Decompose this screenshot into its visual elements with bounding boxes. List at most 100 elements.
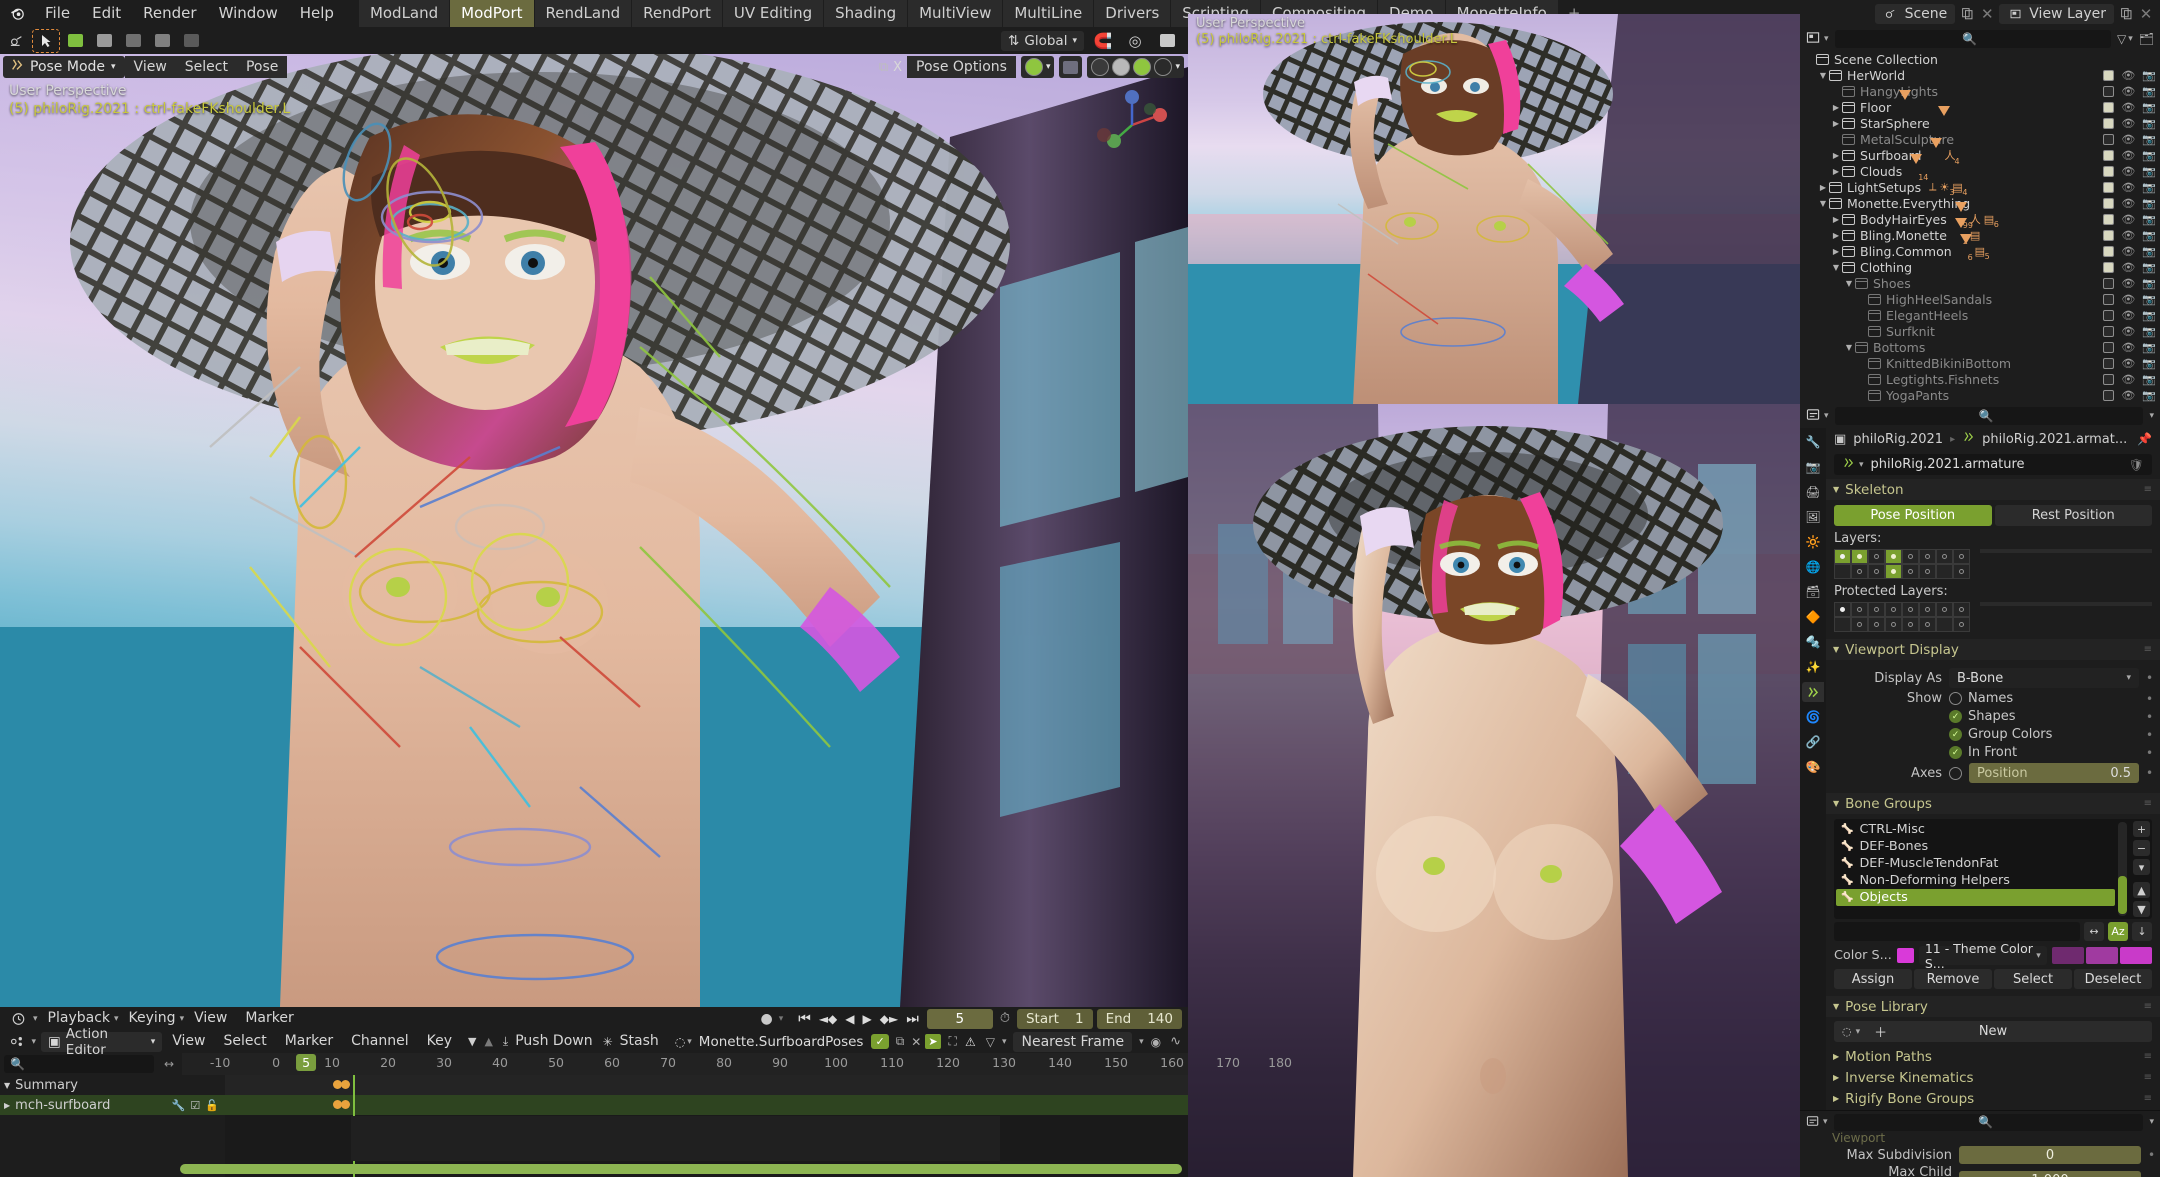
proportional-edit-icon[interactable]: ◎ [1122,30,1148,52]
armature-datablock-field[interactable]: ▾ philoRig.2021.armature 🛡 [1834,454,2152,475]
horizontal-scrollbar[interactable] [180,1164,1182,1174]
duplicate-view-layer-icon[interactable] [2118,7,2134,21]
disable-in-renders-icon[interactable]: 📷 [2142,101,2156,114]
tab-collection-icon[interactable]: 🗃 [1802,582,1824,602]
exclude-checkbox[interactable] [2103,341,2115,353]
menu-window[interactable]: Window [208,0,289,27]
viewport-overlay-toggle[interactable] [1059,56,1083,78]
exclude-checkbox[interactable] [2103,85,2115,97]
exclude-checkbox[interactable] [2103,133,2115,145]
color-set-dropdown[interactable]: 11 - Theme Color S... ▾ [1918,941,2047,971]
hide-in-viewport-icon[interactable]: 👁 [2121,261,2135,274]
outliner-row[interactable]: ▶ BodyHairEyes 99 人 ▤ 6 👁 📷 [1800,201,2160,230]
viewport-menu-view[interactable]: View [124,56,176,78]
channel-search-input[interactable]: 🔍 [4,1055,154,1073]
unlink-action-icon[interactable]: ✕ [911,1035,921,1049]
auto-merge-icon[interactable]: ⚠ [965,1035,976,1049]
armature-layer-toggle[interactable] [1834,564,1851,579]
fake-user-shield-icon[interactable]: 🛡 [2129,458,2144,472]
push-down-icon[interactable]: ⤓ [503,1034,508,1049]
bone-group-specials-button[interactable]: ▾ [2133,859,2150,875]
modifier-icon[interactable]: 🔧 [172,1099,186,1112]
armature-layer-toggle[interactable] [1834,549,1851,564]
dopesheet-menu-select[interactable]: Select [216,1030,275,1053]
armature-layer-toggle[interactable] [1851,549,1868,564]
show-names-checkbox[interactable] [1949,692,1962,705]
armature-layer-toggle[interactable] [1902,602,1919,617]
dopesheet-mode-selector[interactable]: ▣ Action Editor ▾ [41,1026,163,1058]
armature-layer-toggle[interactable] [1851,617,1868,632]
armature-layer-toggle[interactable] [1953,564,1970,579]
expand-triangle-icon[interactable]: ▶ [1830,231,1842,240]
duplicate-scene-icon[interactable] [1959,7,1975,21]
armature-layer-toggle[interactable] [1902,549,1919,564]
armature-layer-toggle[interactable] [1868,549,1885,564]
hide-in-viewport-icon[interactable]: 👁 [2121,133,2135,146]
animate-property-dot[interactable]: • [2146,746,2153,760]
playhead-frame-indicator[interactable]: 5 [296,1054,317,1071]
properties-content[interactable]: ▣ philoRig.2021 ▸ philoRig.2021.armat...… [1826,428,2160,1177]
add-bone-group-button[interactable]: + [2133,821,2150,837]
armature-layer-toggle[interactable] [1953,549,1970,564]
menu-file[interactable]: File [34,0,81,27]
exclude-checkbox[interactable] [2103,245,2115,257]
outliner-row[interactable]: ▶ Bling.Monette 2 ▤ 👁 📷 [1800,217,2160,246]
max-subdivision-field[interactable]: 0 [1959,1146,2141,1164]
filter-dropdown-icon[interactable]: ▼ [468,1035,476,1048]
invert-filter-icon[interactable]: ↔ [2084,922,2104,941]
timeline-menu-marker[interactable]: Marker [237,1007,301,1030]
armature-layer-toggle[interactable] [1834,602,1851,617]
outliner-tree[interactable]: Scene Collection ▼ HerWorld 👁 📷 HangyLights 👁 📷… [1800,51,2160,404]
exclude-checkbox[interactable] [2103,389,2115,401]
snap-magnet-icon[interactable]: 🧲 [1090,30,1116,52]
disable-in-renders-icon[interactable]: 📷 [2142,293,2156,306]
disable-in-renders-icon[interactable]: 📷 [2142,85,2156,98]
max-child-particles-field[interactable]: 1.000 [1959,1171,2141,1177]
hide-in-viewport-icon[interactable]: 👁 [2121,357,2135,370]
move-up-button[interactable]: ▲ [2133,882,2150,898]
animate-property-dot[interactable]: • [2146,728,2153,742]
exclude-checkbox[interactable] [2103,309,2115,321]
panel-header-pose-library[interactable]: ▼ Pose Library ≡ [1826,996,2160,1017]
exclude-checkbox[interactable] [2103,229,2115,241]
outliner-row[interactable]: ▶ LightSetups ⟂ ☀ 3 ▤ 4 👁 📷 [1800,179,2160,197]
outliner-row[interactable]: ▶ Floor 👁 📷 [1800,89,2160,115]
show-group-colors-checkbox[interactable]: ✓ [1949,728,1962,741]
channel-row-mch-surfboard[interactable]: ▶ mch-surfboard 🔧 ☑ 🔓 [0,1095,225,1115]
display-as-dropdown[interactable]: B-Bone ▾ [1949,668,2139,688]
armature-layer-toggle[interactable] [1919,549,1936,564]
armature-layer-toggle[interactable] [1936,602,1953,617]
panel-header-motion-paths[interactable]: ▶ Motion Paths ≡ [1826,1046,2160,1067]
hide-in-viewport-icon[interactable]: 👁 [2121,293,2135,306]
viewport-top-right[interactable]: User Perspective (5) philoRig.2021 : ctr… [1188,14,1800,404]
hide-in-viewport-icon[interactable]: 👁 [2121,165,2135,178]
view-layer-selector[interactable]: View Layer [1999,3,2114,24]
outliner-row[interactable]: ▶ Surfboard 人 4 👁 📷 [1800,137,2160,166]
bone-group-item[interactable]: 🦴 CTRL-Misc [1836,821,2115,838]
breadcrumb-object-label[interactable]: philoRig.2021 [1853,432,1943,447]
sort-reverse-icon[interactable]: ↓ [2132,922,2152,941]
pose-library-new-button[interactable]: New [1834,1024,2152,1039]
outliner-search-input[interactable]: 🔍 [1834,30,2111,48]
outliner-row[interactable]: Surfknit 👁 📷 [1800,323,2160,339]
outliner-row[interactable]: ▶ Clouds 14 👁 📷 [1800,153,2160,182]
exclude-checkbox[interactable] [2103,277,2115,289]
viewport-menu-pose[interactable]: Pose [236,56,288,78]
expand-triangle-icon[interactable]: ▶ [1830,167,1842,176]
outliner-editor-type-icon[interactable] [1806,30,1821,48]
bone-groups-filter-input[interactable] [1834,922,2080,941]
armature-layer-toggle[interactable] [1868,617,1885,632]
exclude-checkbox[interactable] [2103,357,2115,369]
disable-in-renders-icon[interactable]: 📷 [2142,245,2156,258]
armature-layer-toggle[interactable] [1885,602,1902,617]
armature-layer-toggle[interactable] [1902,564,1919,579]
disable-in-renders-icon[interactable]: 📷 [2142,277,2156,290]
tab-output-icon[interactable]: 🖨 [1802,482,1824,502]
bone-groups-list[interactable]: 🦴 CTRL-Misc 🦴 DEF-Bones 🦴 DEF-MuscleTendonFat… [1834,819,2152,919]
pose-options-menu[interactable]: Pose Options [907,56,1016,78]
proportional-edit-icon[interactable]: ➤ [925,1034,941,1049]
outliner-row[interactable]: ▼ Monette.Everything 👁 📷 [1800,195,2160,211]
armature-layer-toggle[interactable] [1885,564,1902,579]
properties-editor[interactable]: ▾ 🔍 ▾ 🔧 📷 🖨 🖼 🔆 🌐 🗃 🔶 🔩 ✨ 🌀 🔗 🎨 ▣ philoR… [1800,404,2160,1177]
armature-layer-toggle[interactable] [1936,549,1953,564]
